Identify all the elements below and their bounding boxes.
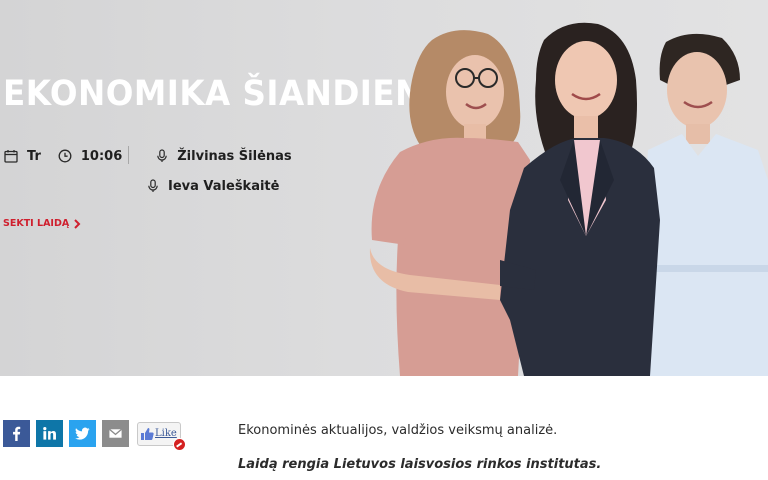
- schedule-row: Tr 10:06 Žilvinas Šilėnas: [4, 146, 292, 166]
- hosts-photo: [360, 0, 768, 376]
- broadcast-day: Tr: [27, 148, 41, 164]
- facebook-like-button[interactable]: Like: [137, 421, 186, 451]
- show-description: Ekonominės aktualijos, valdžios veiksmų …: [238, 423, 558, 438]
- microphone-icon: [155, 149, 169, 163]
- linkedin-icon: [42, 426, 57, 441]
- share-linkedin-button[interactable]: [36, 420, 63, 447]
- show-organizer-note: Laidą rengia Lietuvos laisvosios rinkos …: [238, 457, 602, 472]
- clock-icon: [58, 149, 72, 163]
- mail-icon: [108, 426, 123, 441]
- host-name: Žilvinas Šilėnas: [177, 148, 292, 164]
- microphone-icon: [146, 179, 160, 193]
- twitter-icon: [75, 426, 90, 441]
- facebook-icon: [9, 426, 24, 441]
- share-facebook-button[interactable]: [3, 420, 30, 447]
- blocked-badge-icon: [173, 437, 186, 451]
- calendar-icon: [4, 149, 18, 163]
- share-bar: Like: [3, 420, 186, 451]
- follow-show-link[interactable]: SEKTI LAIDĄ: [3, 218, 81, 229]
- meta-divider: [128, 146, 129, 164]
- share-email-button[interactable]: [102, 420, 129, 447]
- host-row: Ieva Valeškaitė: [146, 176, 279, 196]
- host-name: Ieva Valeškaitė: [168, 178, 280, 194]
- like-label: Like: [155, 428, 177, 439]
- chevron-right-icon: [73, 218, 81, 229]
- thumbs-up-icon: [140, 427, 154, 441]
- share-twitter-button[interactable]: [69, 420, 96, 447]
- follow-show-label: SEKTI LAIDĄ: [3, 218, 70, 229]
- show-hero-banner: EKONOMIKA ŠIANDIEN Tr 10:06 Žilvinas Šil…: [0, 0, 768, 376]
- broadcast-time: 10:06: [80, 148, 123, 164]
